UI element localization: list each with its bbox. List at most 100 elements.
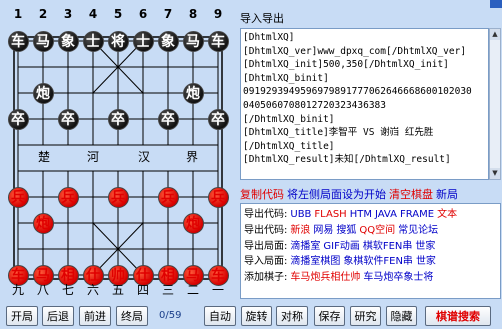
code-link[interactable]: 常见论坛 [398, 225, 438, 236]
export-line: [DhtmlXQ_result]未知[/DhtmlXQ_result] [243, 154, 451, 166]
code-link[interactable]: 搜狐 [336, 225, 356, 236]
action-link[interactable]: 清空棋盘 [389, 188, 433, 201]
red-piece[interactable]: 兵 [157, 186, 179, 208]
move-counter: 0/59 [159, 310, 182, 321]
export-line: [DhtmlXQ_ver]www_dpxq_com[/DhtmlXQ_ver] [243, 45, 467, 57]
black-piece[interactable]: 车 [207, 30, 229, 52]
manual-search-button[interactable]: 棋谱搜索 [425, 306, 491, 326]
code-link[interactable]: 网易 [313, 225, 333, 236]
black-piece[interactable]: 车 [7, 30, 29, 52]
hide-button[interactable]: 隐藏 [386, 306, 417, 326]
black-piece[interactable]: 马 [182, 30, 204, 52]
red-piece[interactable]: 兵 [7, 186, 29, 208]
black-piece[interactable]: 象 [157, 30, 179, 52]
export-text: [DhtmlXQ] [DhtmlXQ_ver]www_dpxq_com[/Dhtm… [241, 29, 488, 167]
auto-button[interactable]: 自动 [204, 306, 236, 326]
action-link[interactable]: 复制代码 [240, 188, 284, 201]
code-row-label: 导入局面: [244, 256, 288, 268]
file-number-bottom: 八 [36, 283, 49, 297]
red-piece[interactable]: 炮 [32, 212, 54, 234]
code-link[interactable]: FLASH [314, 209, 346, 220]
panel-title: 导入导出 [240, 12, 284, 25]
black-piece[interactable]: 炮 [182, 82, 204, 104]
code-link[interactable]: GIF动画 [323, 241, 359, 252]
red-piece[interactable]: 炮 [182, 212, 204, 234]
code-link[interactable]: 滴播室 [290, 241, 320, 252]
file-number-bottom: 五 [111, 283, 124, 297]
study-button[interactable]: 研究 [350, 306, 381, 326]
action-link[interactable]: 将左侧局面设为开始 [287, 188, 386, 201]
code-link[interactable]: 文本 [437, 209, 457, 220]
bottom-toolbar: 开局 后退 前进 终局 0/59 自动 旋转 对称 保存 研究 隐藏 棋谱搜索 [0, 302, 502, 329]
black-piece[interactable]: 卒 [157, 108, 179, 130]
code-link[interactable]: 新浪 [290, 225, 310, 236]
code-row: 导出代码: UBB FLASH HTM JAVA FRAME 文本 [244, 207, 500, 223]
black-piece[interactable]: 马 [32, 30, 54, 52]
export-line: [DhtmlXQ_title]李智平 VS 谢岿 红先胜 [243, 127, 434, 139]
file-number-bottom: 二 [186, 283, 199, 297]
red-piece[interactable]: 兵 [107, 186, 129, 208]
xiangqi-app: 123456789 楚河汉界 车马象士将士象马车炮炮卒卒卒卒卒兵兵兵兵兵炮炮车马… [0, 0, 502, 329]
scroll-down-icon[interactable]: ▼ [490, 168, 500, 179]
black-piece[interactable]: 卒 [7, 108, 29, 130]
black-piece[interactable]: 将 [107, 30, 129, 52]
rotate-button[interactable]: 旋转 [241, 306, 272, 326]
code-row: 添加棋子: 车马炮兵相仕帅 车马炮卒象士将 [244, 270, 500, 286]
end-button[interactable]: 终局 [116, 306, 148, 326]
mirror-button[interactable]: 对称 [276, 306, 308, 326]
red-piece[interactable]: 兵 [207, 186, 229, 208]
export-scrollbar[interactable]: ▲ ▼ [489, 28, 501, 180]
code-link[interactable]: 世家 [416, 256, 436, 267]
file-number-bottom: 六 [86, 283, 99, 297]
code-options: 导出代码: UBB FLASH HTM JAVA FRAME 文本 导出代码: 新浪 网易 搜狐 QQ… [241, 204, 500, 286]
file-number-bottom: 一 [211, 283, 224, 297]
export-line: [/DhtmlXQ_title] [243, 140, 335, 152]
file-number-bottom: 九 [11, 283, 24, 297]
file-number-bottom: 四 [136, 283, 149, 297]
code-row-label: 导出局面: [244, 240, 288, 252]
code-link[interactable]: QQ空间 [359, 225, 395, 236]
code-row: 导入局面: 滴播室棋图 象棋软件FEN串 世家 [244, 254, 500, 270]
black-piece[interactable]: 士 [82, 30, 104, 52]
river-char: 河 [87, 150, 100, 164]
file-number-bottom: 三 [161, 283, 174, 297]
export-line: [/DhtmlXQ_binit] [243, 113, 335, 125]
code-link[interactable]: 车马炮卒象士将 [363, 272, 433, 283]
scroll-up-icon[interactable]: ▲ [490, 29, 500, 40]
red-piece[interactable]: 兵 [57, 186, 79, 208]
export-line: [DhtmlXQ_binit] [243, 72, 329, 84]
export-line: 0405060708012720323436383 [243, 99, 386, 111]
export-line: [DhtmlXQ] [243, 32, 295, 43]
black-piece[interactable]: 士 [132, 30, 154, 52]
window-corner [490, 0, 502, 8]
forward-button[interactable]: 前进 [79, 306, 111, 326]
river-char: 楚 [38, 150, 51, 164]
export-line: [DhtmlXQ_init]500,350[/DhtmlXQ_init] [243, 59, 449, 71]
code-row-label: 添加棋子: [244, 272, 288, 284]
code-link[interactable]: HTM [350, 209, 372, 220]
code-row: 导出局面: 滴播室 GIF动画 棋软FEN串 世家 [244, 239, 500, 255]
river-char: 界 [186, 150, 199, 164]
back-button[interactable]: 后退 [42, 306, 74, 326]
black-piece[interactable]: 象 [57, 30, 79, 52]
black-piece[interactable]: 卒 [107, 108, 129, 130]
action-link[interactable]: 新局 [436, 188, 458, 201]
code-link[interactable]: 滴播室棋图 [290, 256, 340, 267]
code-link[interactable]: 车马炮兵相仕帅 [290, 272, 360, 283]
code-link[interactable]: 世家 [415, 241, 435, 252]
black-piece[interactable]: 炮 [32, 82, 54, 104]
code-link[interactable]: 棋软FEN串 [363, 241, 413, 252]
export-line: 0919293949596979891777062646668600102030 [243, 86, 472, 98]
export-textarea[interactable]: [DhtmlXQ] [DhtmlXQ_ver]www_dpxq_com[/Dhtm… [240, 28, 489, 180]
code-link[interactable]: FRAME [400, 209, 434, 220]
code-link[interactable]: JAVA [375, 209, 397, 220]
black-piece[interactable]: 卒 [57, 108, 79, 130]
code-row-label: 导出代码: [244, 224, 288, 236]
black-piece[interactable]: 卒 [207, 108, 229, 130]
code-options-box: 导出代码: UBB FLASH HTM JAVA FRAME 文本 导出代码: 新浪 网易 搜狐 QQ… [240, 203, 501, 299]
code-link[interactable]: UBB [290, 209, 311, 220]
start-button[interactable]: 开局 [6, 306, 38, 326]
chess-board[interactable]: 123456789 楚河汉界 车马象士将士象马车炮炮卒卒卒卒卒兵兵兵兵兵炮炮车马… [0, 0, 237, 302]
code-link[interactable]: 象棋软件FEN串 [343, 256, 413, 267]
save-button[interactable]: 保存 [314, 306, 345, 326]
